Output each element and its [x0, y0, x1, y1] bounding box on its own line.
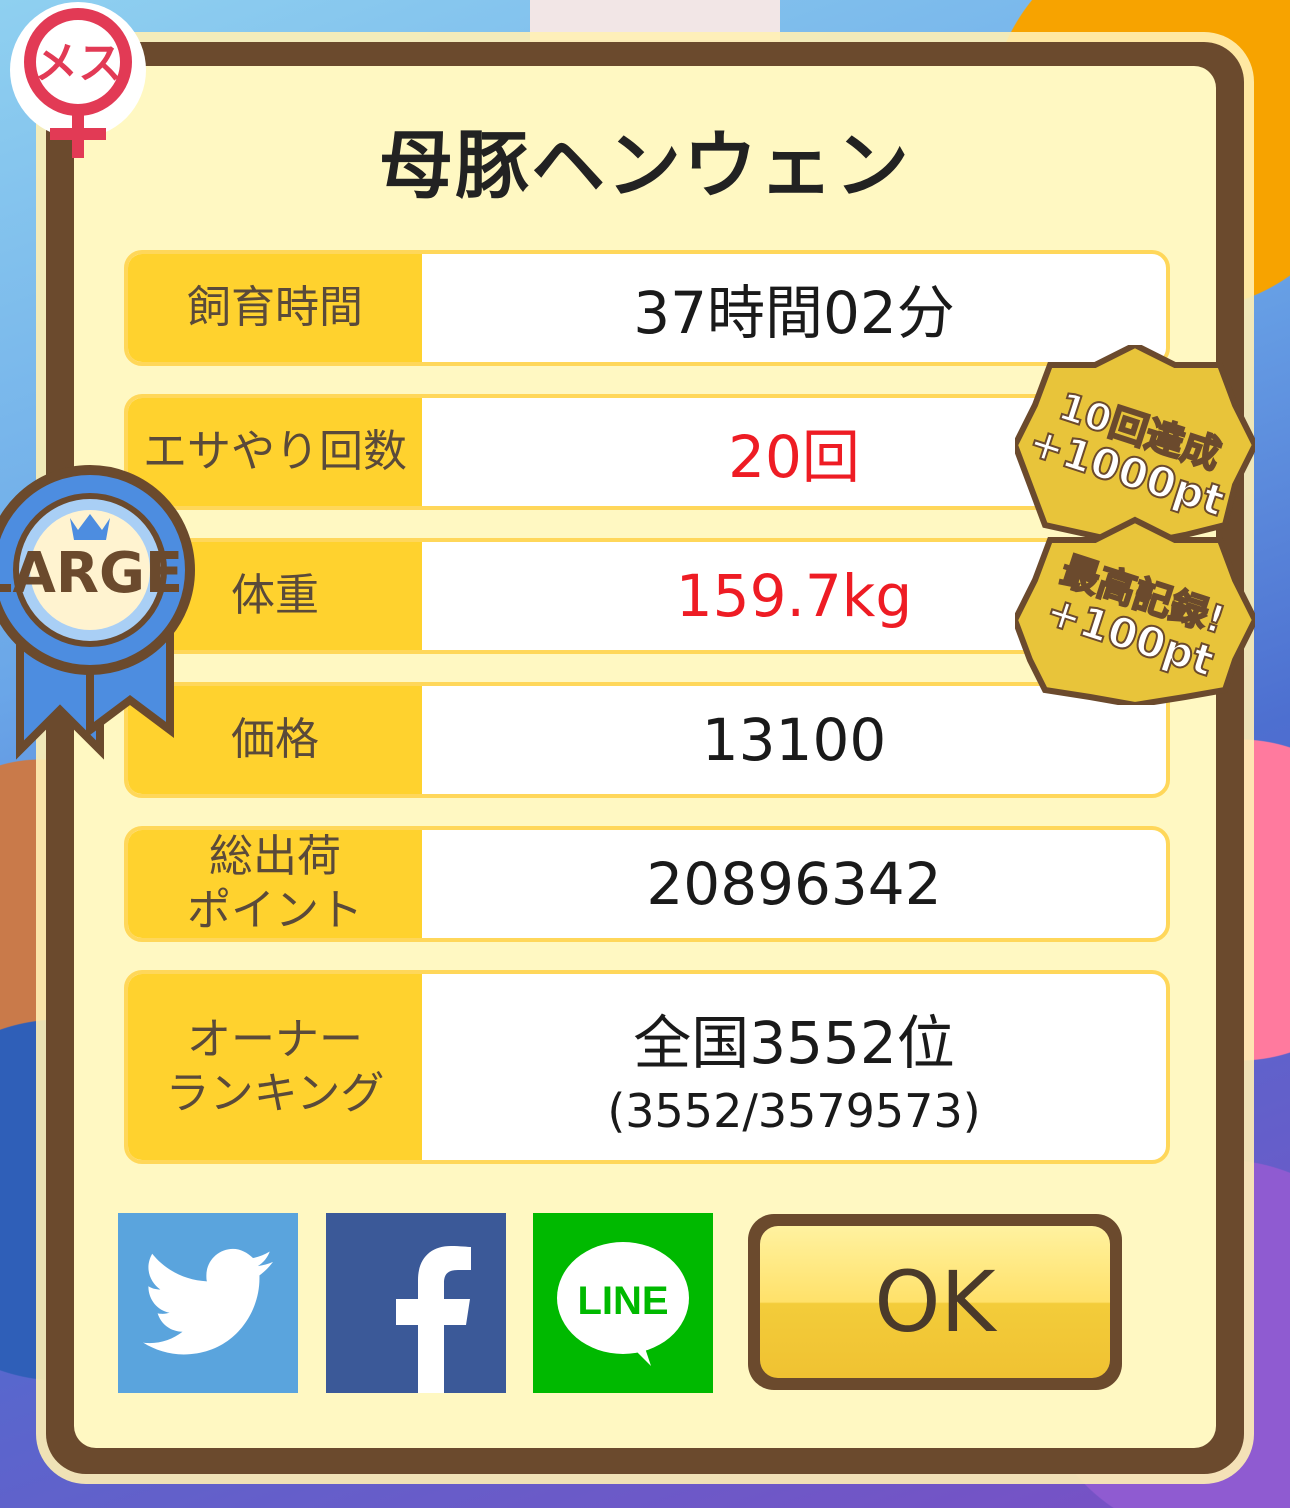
stat-row-raising-time: 飼育時間 37時間02分 [124, 250, 1170, 366]
stat-value: 20896342 [646, 850, 942, 918]
size-label: LARGE [0, 541, 183, 606]
twitter-share-button[interactable] [118, 1213, 298, 1393]
stat-label-line2: ランキング [165, 1068, 385, 1119]
achievement-medal-icon: 10回達成 +1000pt 最高記録! +100pt [1015, 345, 1255, 705]
stat-label: 飼育時間 [128, 254, 422, 362]
female-symbol-icon: メス [10, 2, 146, 158]
stat-row-owner-ranking: オーナー ランキング 全国3552位 (3552/3579573) [124, 970, 1170, 1164]
stat-label-line1: オーナー [187, 1014, 363, 1065]
stat-row-feed-count: エサやり回数 20回 [124, 394, 1170, 510]
facebook-f-icon [396, 1246, 471, 1393]
stat-row-shipping-points: 総出荷 ポイント 20896342 [124, 826, 1170, 942]
ranking-value: 全国3552位 [633, 1009, 955, 1077]
stat-row-price: 価格 13100 [124, 682, 1170, 798]
facebook-share-button[interactable] [326, 1213, 506, 1393]
stat-label: オーナー ランキング [128, 974, 422, 1160]
background-castle [530, 0, 780, 44]
stat-label: 総出荷 ポイント [128, 830, 422, 938]
twitter-bird-icon [143, 1248, 273, 1355]
stat-label-line1: 総出荷 [209, 831, 341, 882]
ranking-detail: (3552/3579573) [607, 1084, 981, 1138]
gender-label: メス [34, 38, 122, 89]
line-label: LINE [577, 1279, 668, 1323]
ok-button-label: OK [760, 1226, 1110, 1378]
line-share-button[interactable]: LINE [533, 1213, 713, 1393]
stat-label-line2: ポイント [187, 885, 363, 936]
large-ribbon-icon: LARGE [0, 465, 195, 760]
stat-value: 全国3552位 (3552/3579573) [422, 974, 1166, 1160]
line-bubble-icon: LINE [557, 1242, 689, 1366]
pig-name-title: 母豚ヘンウェン [379, 123, 911, 209]
ok-button[interactable]: OK [748, 1214, 1122, 1390]
stat-row-weight: 体重 159.7kg [124, 538, 1170, 654]
